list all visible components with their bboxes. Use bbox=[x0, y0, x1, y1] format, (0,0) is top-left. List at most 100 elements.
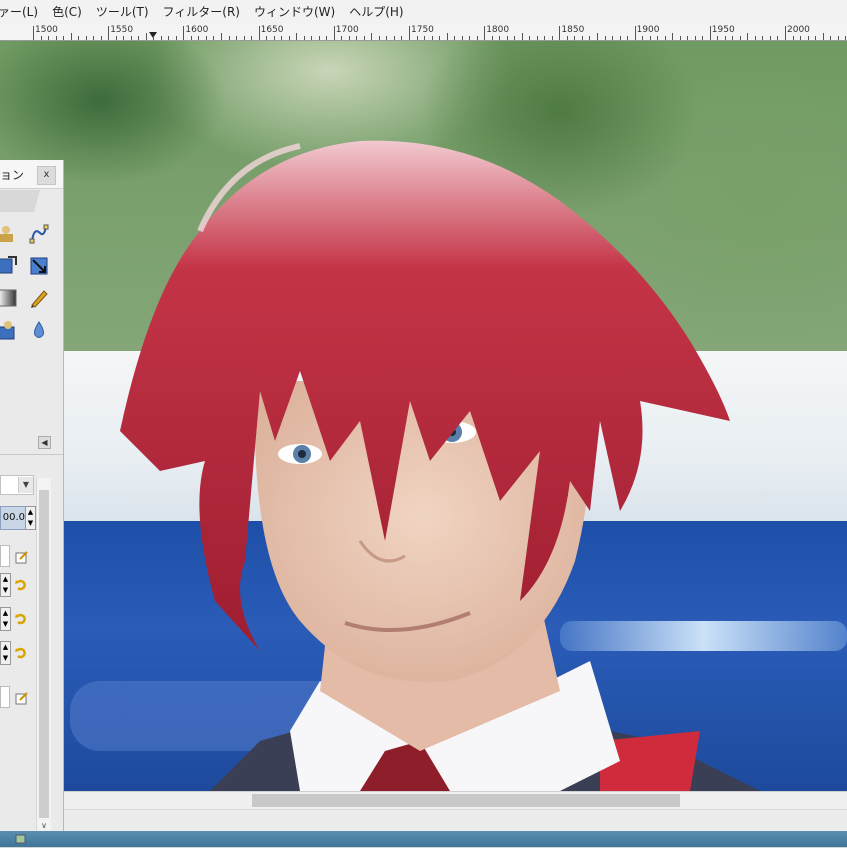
ruler-minor-tick bbox=[642, 36, 644, 40]
reset-icon[interactable] bbox=[15, 578, 29, 592]
chevron-down-icon[interactable]: ∨ bbox=[39, 821, 49, 831]
menu-colors[interactable]: 色(C) bbox=[45, 0, 89, 24]
horizontal-scroll-thumb[interactable] bbox=[252, 794, 680, 807]
ruler-label: 1800 bbox=[486, 25, 510, 35]
horizontal-ruler[interactable]: 1500 1550 1600 1650 1700 1750 1800 1850 1900 1950… bbox=[0, 24, 847, 41]
image-canvas[interactable] bbox=[0, 41, 847, 791]
ruler-minor-tick bbox=[378, 36, 380, 40]
ruler-minor-tick bbox=[724, 36, 726, 40]
ruler-minor-tick bbox=[439, 36, 441, 40]
ruler-minor-tick bbox=[792, 36, 794, 40]
ruler-minor-tick bbox=[514, 36, 516, 40]
ruler-minor-tick bbox=[130, 36, 132, 40]
ruler-minor-tick bbox=[401, 36, 403, 40]
ruler-minor-tick bbox=[574, 36, 576, 40]
dock-scroll-thumb[interactable] bbox=[39, 490, 49, 818]
heal-icon[interactable] bbox=[0, 319, 18, 341]
ruler-minor-tick bbox=[363, 36, 365, 40]
taskbar-app-icon[interactable] bbox=[14, 833, 28, 845]
ruler-minor-tick bbox=[739, 36, 741, 40]
clone-icon[interactable] bbox=[0, 223, 18, 245]
dock-close-button[interactable]: x bbox=[37, 166, 56, 185]
ruler-minor-tick bbox=[747, 33, 749, 40]
ruler-major-tick bbox=[559, 26, 561, 40]
ruler-minor-tick bbox=[303, 36, 305, 40]
menu-help[interactable]: ヘルプ(H) bbox=[342, 0, 410, 24]
dock-title: ョン bbox=[0, 168, 25, 182]
ruler-label: 1750 bbox=[411, 25, 434, 35]
ruler-minor-tick bbox=[627, 36, 629, 40]
option-field-1[interactable] bbox=[0, 545, 10, 567]
ruler-minor-tick bbox=[536, 36, 538, 40]
menu-windows[interactable]: ウィンドウ(W) bbox=[247, 0, 342, 24]
ruler-minor-tick bbox=[687, 36, 689, 40]
dock-title-bar: ョン x bbox=[0, 160, 63, 189]
scale-icon[interactable] bbox=[0, 255, 18, 277]
ruler-label: 1600 bbox=[185, 25, 209, 35]
path-icon[interactable] bbox=[28, 223, 50, 245]
mode-dropdown[interactable]: ▼ bbox=[0, 475, 34, 495]
ruler-major-tick bbox=[108, 26, 110, 40]
spinner-3[interactable]: ▲ ▼ bbox=[0, 641, 11, 665]
ruler-minor-tick bbox=[160, 36, 162, 40]
ruler-minor-tick bbox=[469, 36, 471, 40]
spinner-1[interactable]: ▲ ▼ bbox=[0, 573, 11, 597]
ruler-label: 1550 bbox=[110, 25, 134, 35]
tool-options-dock: ョン x ◀ ▼ 00.0 ▲ ▼ ▲ ▼ ▲ ▼ ▲ ▼ ∨ bbox=[0, 160, 64, 831]
status-bar bbox=[64, 809, 847, 832]
ruler-minor-tick bbox=[544, 36, 546, 40]
reset-icon[interactable] bbox=[15, 612, 29, 626]
ruler-minor-tick bbox=[55, 36, 57, 40]
ruler-minor-tick bbox=[266, 36, 268, 40]
ruler-minor-tick bbox=[431, 36, 433, 40]
blur-icon[interactable] bbox=[28, 319, 50, 341]
ruler-label: 1850 bbox=[561, 25, 585, 35]
ruler-minor-tick bbox=[85, 36, 87, 40]
edit-icon[interactable] bbox=[15, 690, 29, 705]
ruler-minor-tick bbox=[521, 33, 523, 40]
menu-tools[interactable]: ツール(T) bbox=[89, 0, 156, 24]
size-spinner[interactable]: ▲ ▼ bbox=[25, 506, 36, 530]
ruler-minor-tick bbox=[597, 33, 598, 40]
reset-icon[interactable] bbox=[15, 646, 29, 660]
menu-bar: ァー(L) 色(C) ツール(T) フィルター(R) ウィンドウ(W) ヘルプ(… bbox=[0, 0, 847, 25]
ruler-minor-tick bbox=[78, 36, 80, 40]
ruler-label: 1950 bbox=[711, 25, 735, 35]
spinner-2[interactable]: ▲ ▼ bbox=[0, 607, 11, 631]
ruler-minor-tick bbox=[454, 36, 456, 40]
dock-tab[interactable] bbox=[0, 190, 40, 212]
ruler-major-tick bbox=[409, 26, 410, 40]
menu-layer[interactable]: ァー(L) bbox=[0, 0, 45, 24]
ruler-minor-tick bbox=[476, 36, 478, 40]
crop-icon[interactable] bbox=[28, 255, 50, 277]
ruler-minor-tick bbox=[93, 36, 95, 40]
dock-vertical-scrollbar[interactable]: ∨ bbox=[36, 478, 51, 831]
ruler-minor-tick bbox=[326, 36, 328, 40]
ruler-minor-tick bbox=[205, 36, 207, 40]
horizontal-scrollbar[interactable] bbox=[64, 791, 847, 809]
option-field-2[interactable] bbox=[0, 686, 10, 708]
size-input[interactable]: 00.0 bbox=[0, 506, 27, 530]
collapse-arrow-button[interactable]: ◀ bbox=[38, 436, 51, 449]
pencil-icon[interactable] bbox=[28, 287, 50, 309]
ruler-major-tick bbox=[484, 26, 486, 40]
ruler-minor-tick bbox=[145, 33, 147, 40]
ruler-minor-tick bbox=[619, 36, 621, 40]
ruler-minor-tick bbox=[48, 36, 50, 40]
blend-icon[interactable] bbox=[0, 287, 18, 309]
taskbar bbox=[0, 831, 847, 847]
menu-filters[interactable]: フィルター(R) bbox=[156, 0, 247, 24]
edit-icon[interactable] bbox=[15, 549, 29, 564]
ruler-minor-tick bbox=[123, 36, 125, 40]
ruler-minor-tick bbox=[371, 33, 373, 40]
ruler-minor-tick bbox=[273, 36, 275, 40]
ruler-minor-tick bbox=[386, 36, 388, 40]
ruler-minor-tick bbox=[581, 36, 583, 40]
ruler-minor-tick bbox=[769, 36, 771, 40]
ruler-major-tick bbox=[709, 26, 711, 40]
ruler-minor-tick bbox=[612, 36, 614, 40]
chevron-down-icon[interactable]: ▼ bbox=[18, 477, 33, 493]
ruler-minor-tick bbox=[168, 36, 170, 40]
ruler-minor-tick bbox=[649, 36, 651, 40]
ruler-minor-tick bbox=[63, 36, 65, 40]
